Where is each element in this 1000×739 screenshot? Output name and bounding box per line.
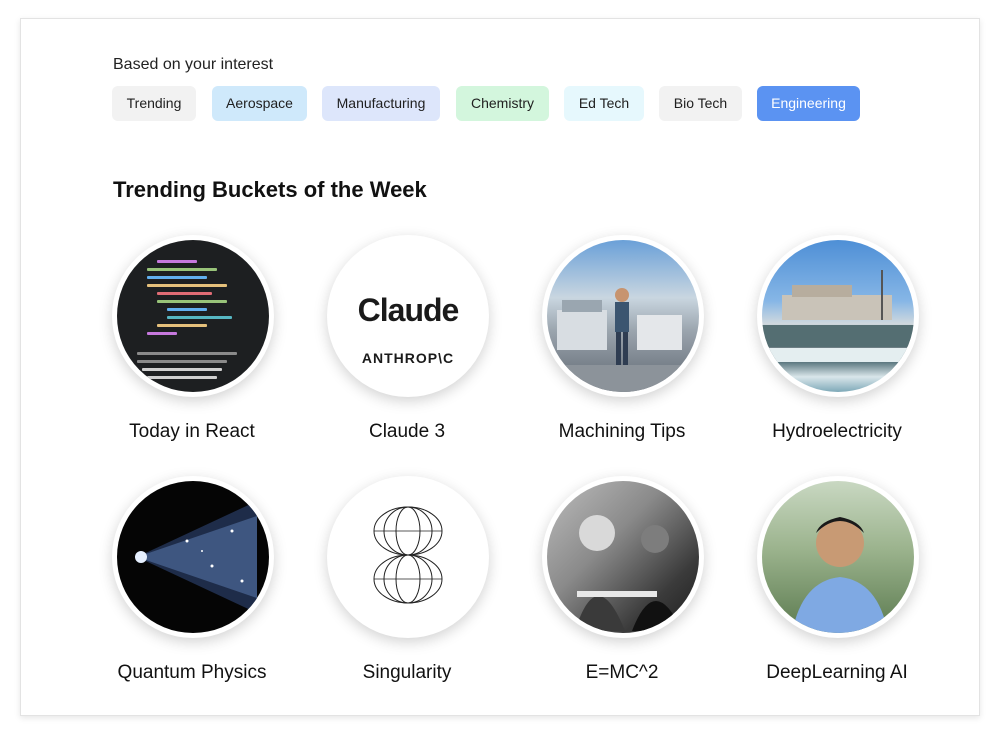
bucket-label: Hydroelectricity xyxy=(772,421,902,442)
dam-image xyxy=(762,240,914,392)
chip-bio-tech[interactable]: Bio Tech xyxy=(659,86,742,121)
section-title: Trending Buckets of the Week xyxy=(113,177,427,202)
bucket-label: DeepLearning AI xyxy=(766,662,908,683)
bucket-label: Today in React xyxy=(129,421,255,442)
bucket-e-mc2[interactable]: E=MC^2 xyxy=(522,476,722,696)
bucket-label: E=MC^2 xyxy=(585,662,659,683)
bucket-thumbnail: Claude ANTHROP\C xyxy=(327,235,489,397)
chip-manufacturing[interactable]: Manufacturing xyxy=(322,86,440,121)
bucket-thumbnail xyxy=(112,235,274,397)
universe-drawing xyxy=(135,501,257,613)
chip-aerospace[interactable]: Aerospace xyxy=(212,86,307,121)
singularity-diagram-image xyxy=(332,481,484,633)
content-card: Based on your interest Trending Aerospac… xyxy=(20,18,980,716)
dam-drawing xyxy=(762,270,914,362)
bucket-today-in-react[interactable]: Today in React xyxy=(92,235,292,455)
machine-shop-drawing xyxy=(547,288,699,392)
person-portrait-image xyxy=(762,481,914,633)
einstein-drawing xyxy=(575,515,682,631)
bucket-label: Singularity xyxy=(362,662,452,683)
bucket-singularity[interactable]: Singularity xyxy=(307,476,507,696)
einstein-photo-image xyxy=(547,481,699,633)
code-editor-image xyxy=(117,240,269,392)
bucket-thumbnail xyxy=(757,235,919,397)
bucket-deeplearning-ai[interactable]: DeepLearning AI xyxy=(737,476,937,696)
interest-heading: Based on your interest xyxy=(113,56,274,73)
bucket-label: Claude 3 xyxy=(368,421,446,442)
bucket-label: Quantum Physics xyxy=(117,662,267,683)
machine-shop-image xyxy=(547,240,699,392)
universe-expansion-image xyxy=(117,481,269,633)
bucket-quantum-physics[interactable]: Quantum Physics xyxy=(92,476,292,696)
chip-engineering[interactable]: Engineering xyxy=(757,86,860,121)
chip-trending[interactable]: Trending xyxy=(112,86,196,121)
torus-drawing xyxy=(373,506,443,604)
claude-logo-image: Claude ANTHROP\C xyxy=(332,240,484,392)
bucket-claude-3[interactable]: Claude ANTHROP\C Claude 3 xyxy=(307,235,507,455)
bucket-thumbnail xyxy=(542,235,704,397)
bucket-hydroelectricity[interactable]: Hydroelectricity xyxy=(737,235,937,455)
bucket-thumbnail xyxy=(327,476,489,638)
chip-ed-tech[interactable]: Ed Tech xyxy=(564,86,644,121)
portrait-drawing xyxy=(792,517,888,633)
bucket-thumbnail xyxy=(542,476,704,638)
anthropic-logo-text: ANTHROP\C xyxy=(361,350,455,366)
bucket-thumbnail xyxy=(757,476,919,638)
bucket-thumbnail xyxy=(112,476,274,638)
chip-chemistry[interactable]: Chemistry xyxy=(456,86,549,121)
claude-logo-text: Claude xyxy=(357,292,460,328)
bucket-label: Machining Tips xyxy=(558,421,686,442)
bucket-machining-tips[interactable]: Machining Tips xyxy=(522,235,722,455)
